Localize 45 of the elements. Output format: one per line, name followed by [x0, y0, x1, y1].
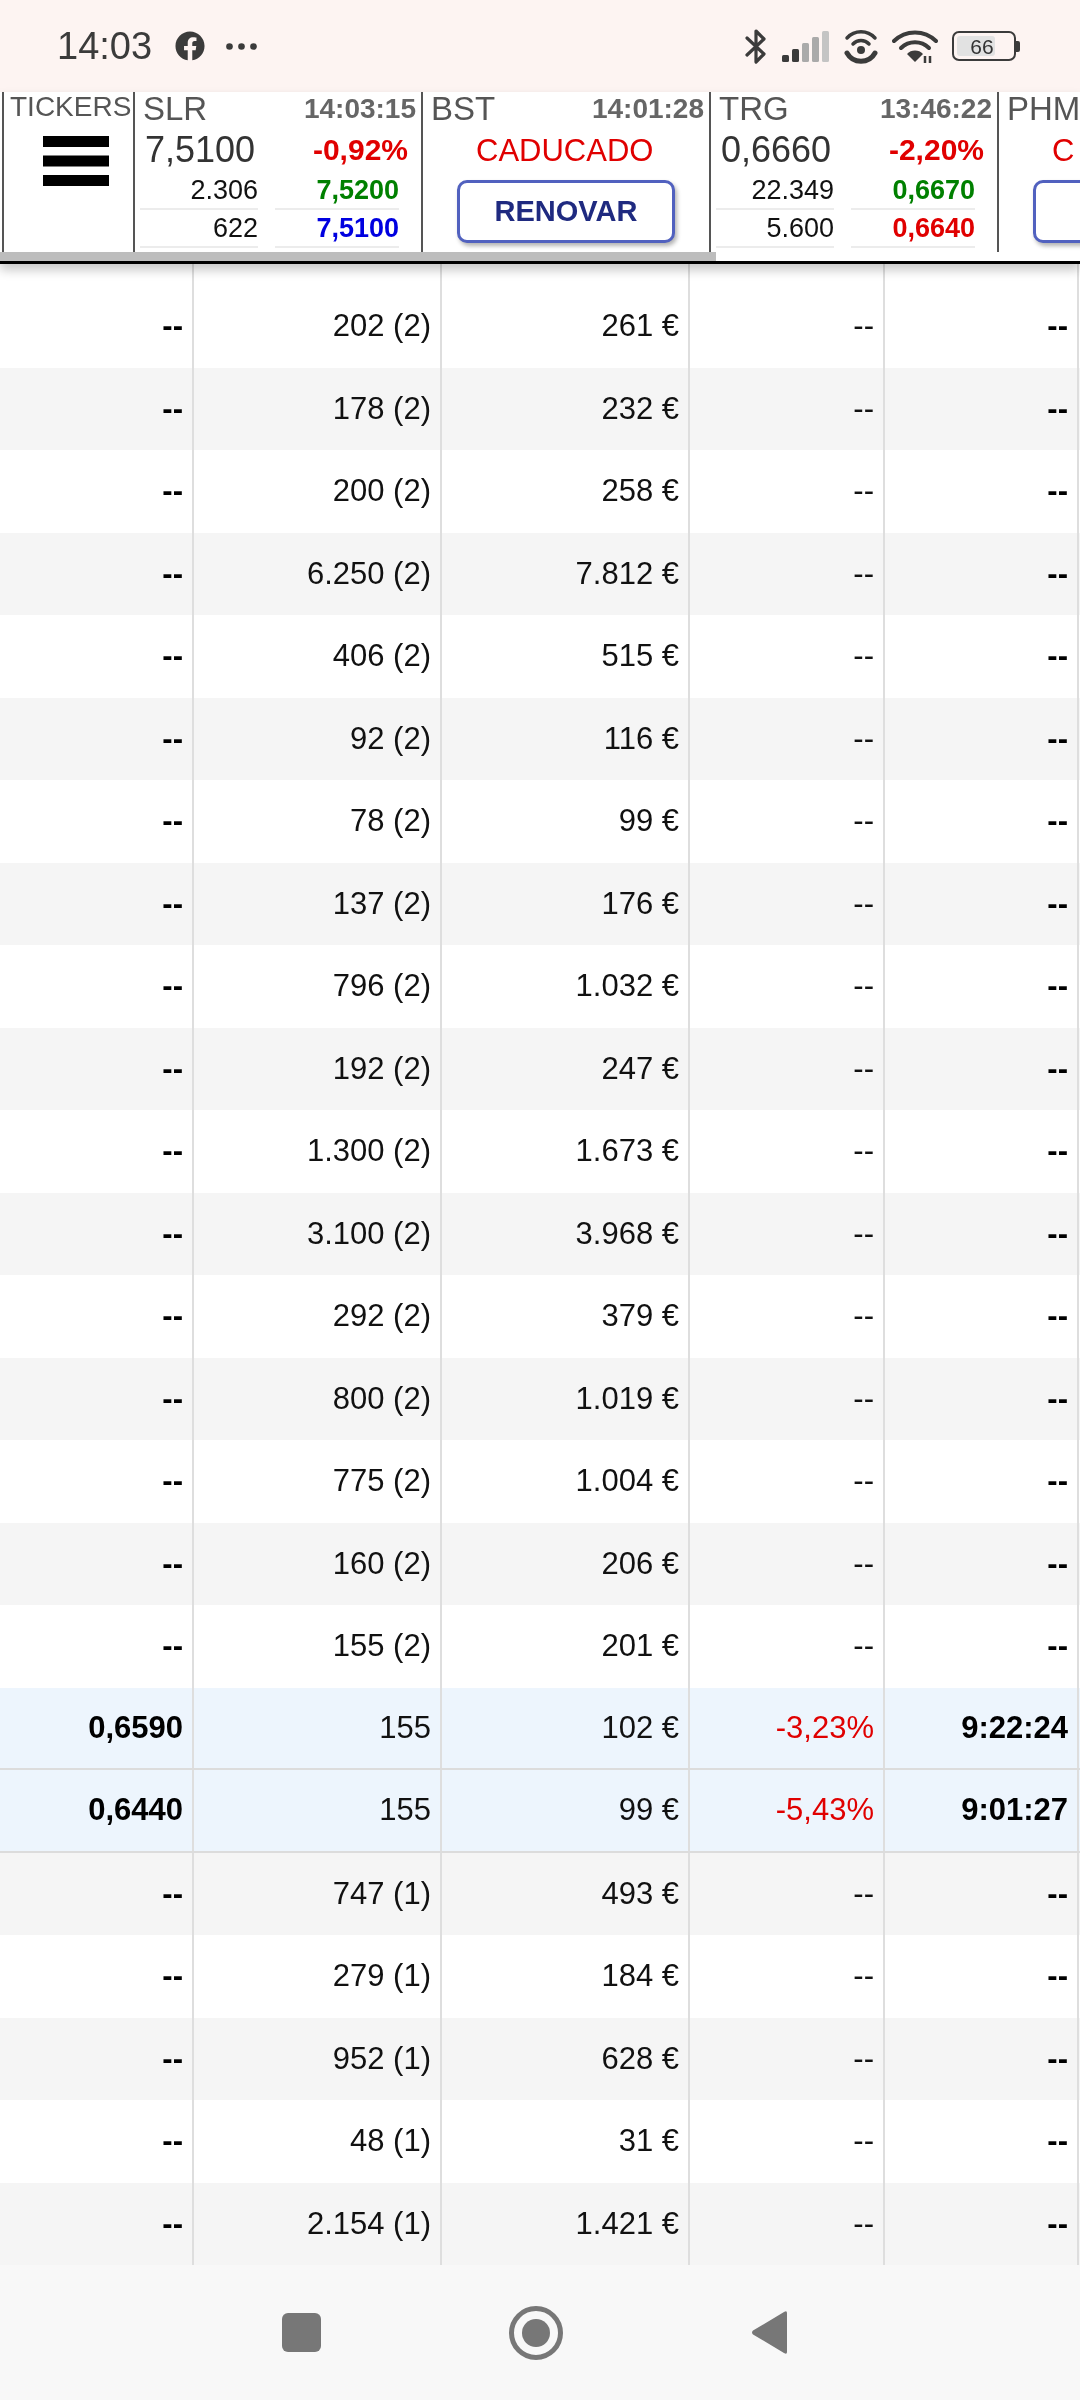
table-cell: -3,23%	[690, 1687, 885, 1768]
last-price: 7,5100	[145, 132, 256, 168]
table-cell: 0,6440	[0, 1770, 194, 1851]
battery-percentage: 66	[970, 35, 994, 57]
table-cell: 102 €	[442, 1687, 690, 1768]
facebook-icon	[175, 31, 206, 61]
menu-icon[interactable]	[43, 136, 109, 186]
ticker-symbol: SLR	[143, 92, 208, 126]
status-label: C	[1052, 134, 1075, 166]
volume-value: 22.349	[751, 176, 834, 204]
table-cell: 155	[194, 1687, 442, 1768]
quote-price: 0,6640	[892, 214, 975, 242]
quote-time: 14:03:15	[303, 92, 416, 126]
wifi-icon	[892, 28, 938, 64]
status-label: CADUCADO	[476, 134, 654, 166]
quote-price: 7,5100	[316, 214, 399, 242]
table-cell: 9:01:27	[885, 1770, 1079, 1851]
broadcast-icon	[844, 28, 878, 64]
more-dots-icon	[226, 42, 258, 50]
table-cell: 9:22:24	[885, 1687, 1079, 1768]
quote-price: 0,6670	[892, 176, 975, 204]
price-change: -2,20%	[888, 135, 984, 165]
circle-icon[interactable]	[509, 2305, 563, 2360]
bluetooth-icon	[744, 27, 768, 65]
volume-value: 622	[212, 214, 258, 242]
ticker-symbol: TRG	[719, 92, 789, 126]
tickers-label: TICKERS	[10, 92, 133, 122]
quote-price: 7,5200	[316, 176, 399, 204]
status-time: 14:03	[57, 27, 153, 65]
volume-value: 2.306	[190, 176, 258, 204]
renew-button[interactable]: RENOVAR	[457, 180, 675, 243]
back-icon[interactable]	[751, 2310, 789, 2355]
quote-time: 14:01:28	[591, 92, 704, 126]
table-cell: 155	[194, 1770, 442, 1851]
quote-time: 13:46:22	[879, 92, 992, 126]
ticker-symbol: PHM	[1007, 92, 1080, 126]
table-cell: -5,43%	[690, 1770, 885, 1851]
price-change: -0,92%	[312, 135, 408, 165]
table-cell: 99 €	[442, 1770, 690, 1851]
square-icon[interactable]	[282, 2313, 321, 2352]
volume-value: 5.600	[766, 214, 834, 242]
ticker-symbol: BST	[431, 92, 496, 126]
table-cell: 0,6590	[0, 1687, 194, 1768]
signal-bars-icon	[782, 30, 830, 62]
last-price: 0,6660	[721, 132, 832, 168]
